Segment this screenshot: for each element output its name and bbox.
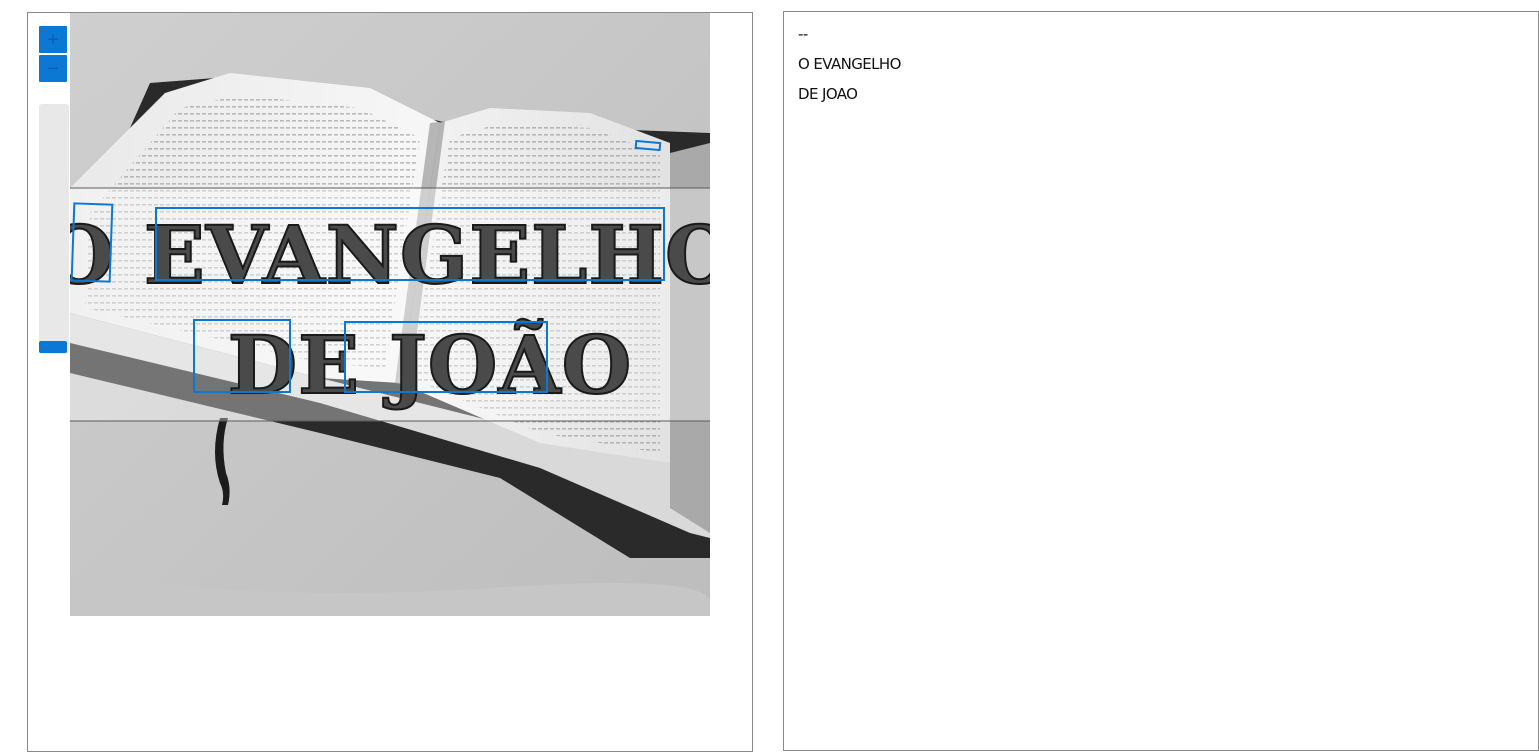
image-title-text: O EVANGELHO bbox=[70, 208, 710, 302]
result-line-title: O EVANGELHO bbox=[798, 55, 901, 73]
bible-photo: O EVANGELHO DE JOÃO bbox=[70, 13, 710, 616]
result-line-subtitle: DE JOAO bbox=[798, 85, 858, 103]
document-image[interactable]: O EVANGELHO DE JOÃO bbox=[70, 13, 710, 616]
zoom-slider-thumb[interactable] bbox=[39, 341, 67, 353]
image-subtitle-text: DE JOÃO bbox=[228, 318, 633, 412]
zoom-slider-track[interactable] bbox=[39, 104, 69, 354]
zoom-out-button[interactable]: − bbox=[39, 55, 67, 82]
image-viewer-panel: + − O EVANGELHO DE JOÃO bbox=[27, 12, 753, 752]
ocr-result-panel[interactable]: -- O EVANGELHO DE JOAO bbox=[783, 11, 1539, 751]
ocr-result-text: -- O EVANGELHO DE JOAO bbox=[798, 26, 901, 116]
zoom-in-button[interactable]: + bbox=[39, 26, 67, 53]
result-line-separator: -- bbox=[798, 25, 808, 43]
